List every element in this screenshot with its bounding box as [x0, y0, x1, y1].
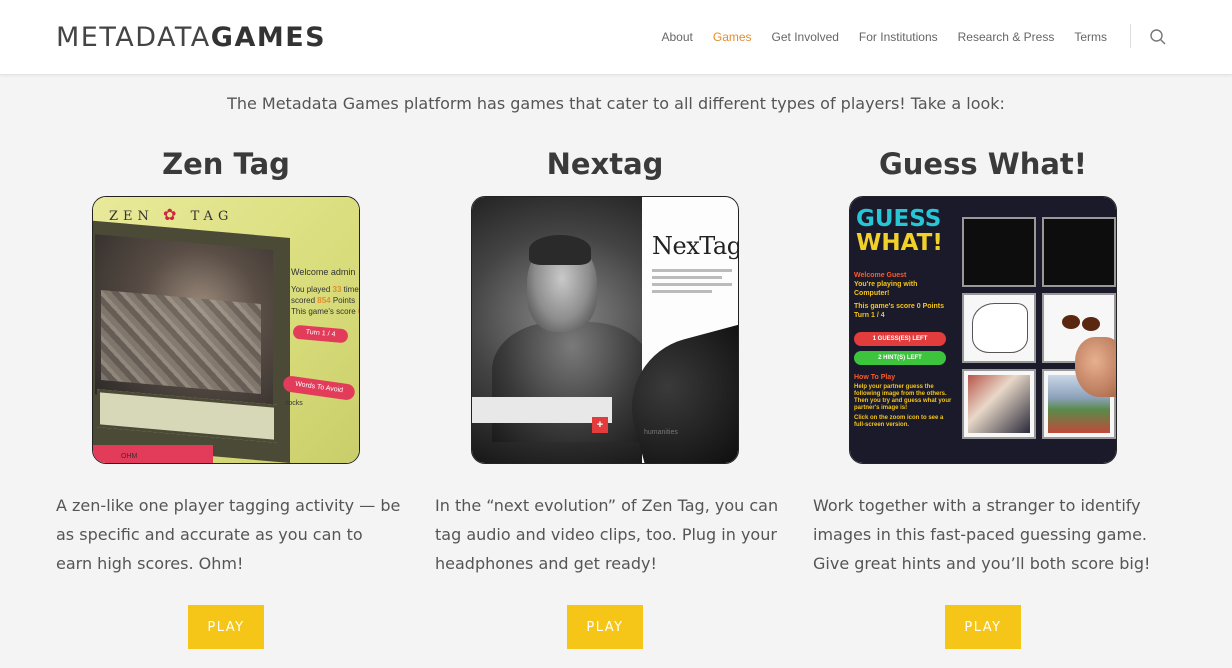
logo-text-light: METADATA	[56, 22, 211, 53]
lotus-icon: ✿	[163, 205, 182, 224]
humanities-logo: humanities	[644, 429, 678, 436]
search-icon[interactable]	[1148, 27, 1168, 47]
person-body	[492, 322, 652, 442]
game-description: Work together with a stranger to identif…	[813, 496, 1151, 573]
game-thumbnail-zen-tag[interactable]: ZEN ✿ TAG Welcome admin You played 33 ti…	[92, 196, 360, 464]
site-header: METADATAGAMES About Games Get Involved F…	[0, 0, 1232, 75]
game-thumbnail-guess-what[interactable]: GUESS WHAT! Welcome Guest You're playing …	[849, 196, 1117, 464]
close-icon: +	[592, 417, 608, 433]
hints-left-badge: 2 HINT(S) LEFT	[854, 351, 946, 365]
nextag-text-lines	[652, 269, 732, 297]
game-description: In the “next evolution” of Zen Tag, you …	[435, 496, 779, 573]
play-button-nextag[interactable]: PLAY	[567, 605, 643, 649]
nextag-logo: NexTag	[652, 232, 739, 260]
nav-about[interactable]: About	[662, 30, 693, 44]
nav-terms[interactable]: Terms	[1074, 30, 1107, 44]
nav-divider	[1130, 24, 1131, 48]
intro-text: The Metadata Games platform has games th…	[227, 94, 1005, 113]
game-card-nextag: Nextag + NexTag humanities In the “next …	[435, 142, 778, 649]
how-to-play: How To Play Help your partner guess the …	[854, 374, 952, 428]
game-card-guess-what: Guess What! GUESS WHAT! Welcome Guest You…	[813, 142, 1153, 649]
zen-tag-logo: ZEN ✿ TAG	[109, 205, 234, 224]
nav-for-institutions[interactable]: For Institutions	[859, 30, 938, 44]
image-grid	[962, 217, 1116, 439]
grid-cell	[962, 217, 1036, 287]
pointing-finger	[1075, 337, 1116, 397]
game-title: Zen Tag	[162, 147, 290, 181]
game-description: A zen-like one player tagging activity —…	[56, 496, 401, 573]
welcome-panel: Welcome Guest You're playing with Comput…	[854, 272, 944, 319]
main-nav: About Games Get Involved For Institution…	[662, 30, 1108, 44]
rock-texture	[101, 290, 261, 394]
nav-get-involved[interactable]: Get Involved	[772, 30, 839, 44]
score-panel: Welcome admin You played 33 time scored …	[291, 267, 359, 316]
video-tag-bar	[472, 397, 612, 423]
logo-text-bold: GAMES	[210, 22, 327, 53]
grid-cell-people	[962, 369, 1036, 439]
guesses-left-badge: 1 GUESS(ES) LEFT	[854, 332, 946, 346]
game-card-zen-tag: Zen Tag ZEN ✿ TAG Welcome admin You play…	[56, 142, 400, 649]
grid-cell	[1042, 217, 1116, 287]
guess-what-logo: GUESS WHAT!	[856, 206, 943, 256]
ohm-button: OHM	[93, 445, 213, 463]
play-button-guess-what[interactable]: PLAY	[945, 605, 1021, 649]
play-button-zen-tag[interactable]: PLAY	[188, 605, 264, 649]
game-title: Guess What!	[878, 147, 1088, 181]
game-thumbnail-nextag[interactable]: + NexTag humanities	[471, 196, 739, 464]
site-logo[interactable]: METADATAGAMES	[56, 22, 326, 53]
game-title: Nextag	[546, 147, 664, 181]
person-hair	[529, 235, 591, 265]
grid-cell-dog	[962, 293, 1036, 363]
nav-games[interactable]: Games	[713, 30, 752, 44]
avoid-word: rocks	[286, 400, 303, 407]
nav-research-press[interactable]: Research & Press	[958, 30, 1055, 44]
